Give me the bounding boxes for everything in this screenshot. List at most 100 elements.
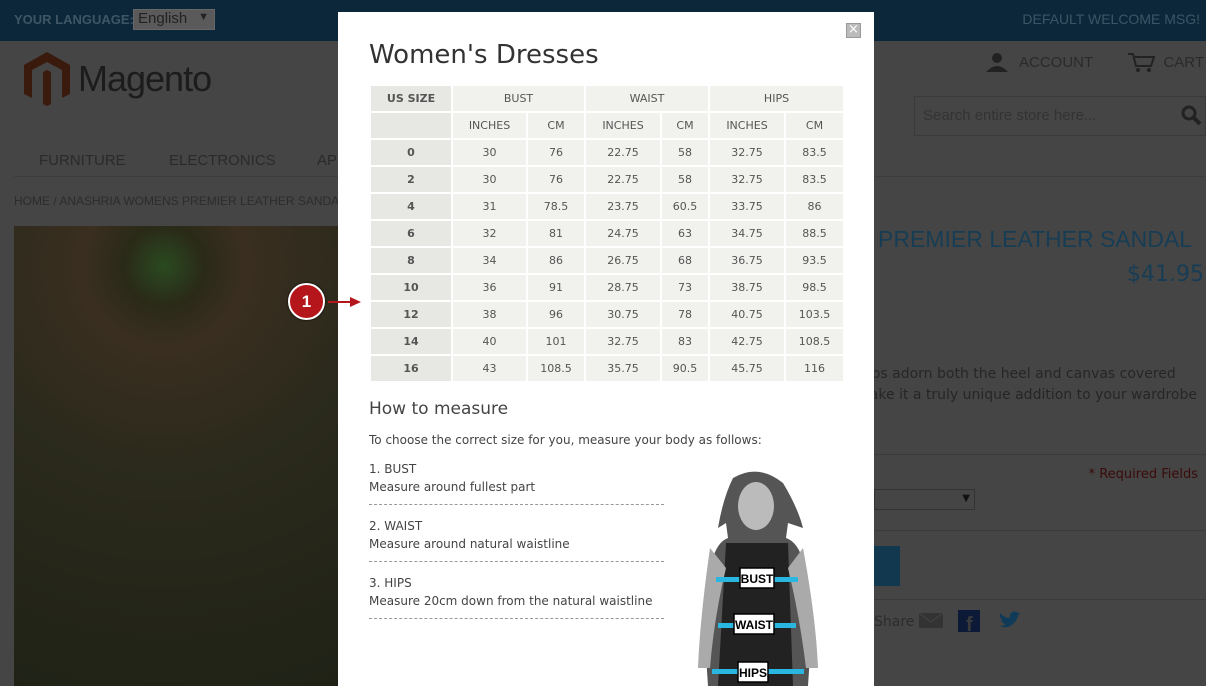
measurement-cell: 24.75 bbox=[584, 219, 662, 248]
nav-furniture[interactable]: FURNITURE bbox=[39, 152, 126, 169]
language-value: English bbox=[138, 10, 188, 27]
measurement-figure-image: BUST WAIST HIPS bbox=[698, 471, 818, 686]
cart-icon bbox=[1128, 53, 1156, 72]
table-unit-row: INCHES CM INCHES CM INCHES CM bbox=[369, 111, 845, 140]
divider bbox=[874, 599, 1206, 600]
header-us-size: US SIZE bbox=[369, 84, 453, 113]
measurement-cell: 83.5 bbox=[784, 138, 845, 167]
measurement-cell: 34.75 bbox=[708, 219, 786, 248]
measurement-cell: 86 bbox=[526, 246, 586, 275]
measurement-cell: 26.75 bbox=[584, 246, 662, 275]
product-price: $41.95 bbox=[1127, 262, 1204, 287]
measurement-cell: 40 bbox=[451, 327, 528, 356]
size-cell: 10 bbox=[369, 273, 453, 302]
measurement-cell: 96 bbox=[526, 300, 586, 329]
search-icon[interactable] bbox=[1180, 104, 1202, 126]
table-row: 4 31 78.5 23.75 60.5 33.75 86 bbox=[369, 192, 845, 221]
measurement-cell: 23.75 bbox=[584, 192, 662, 221]
figure-label-hips: HIPS bbox=[739, 666, 767, 680]
measurement-cell: 73 bbox=[660, 273, 710, 302]
chevron-down-icon: ▼ bbox=[962, 493, 970, 504]
size-cell: 14 bbox=[369, 327, 453, 356]
measurement-cell: 58 bbox=[660, 165, 710, 194]
size-cell: 4 bbox=[369, 192, 453, 221]
measurement-cell: 32.75 bbox=[584, 327, 662, 356]
size-cell: 0 bbox=[369, 138, 453, 167]
measurement-cell: 78 bbox=[660, 300, 710, 329]
size-cell: 12 bbox=[369, 300, 453, 329]
search-input[interactable]: Search entire store here... bbox=[914, 96, 1206, 136]
table-row: 8 34 86 26.75 68 36.75 93.5 bbox=[369, 246, 845, 275]
callout-arrow-icon bbox=[328, 297, 361, 307]
logo[interactable]: Magento bbox=[22, 50, 212, 108]
measurement-cell: 86 bbox=[784, 192, 845, 221]
measurement-cell: 45.75 bbox=[708, 354, 786, 383]
measurement-cell: 32.75 bbox=[708, 138, 786, 167]
size-cell: 8 bbox=[369, 246, 453, 275]
how-to-measure-intro: To choose the correct size for you, meas… bbox=[369, 433, 762, 447]
facebook-icon[interactable]: f bbox=[958, 610, 980, 632]
measurement-cell: 93.5 bbox=[784, 246, 845, 275]
chevron-down-icon: ▼ bbox=[198, 11, 209, 23]
size-chart-modal: × Women's Dresses US SIZE BUST WAIST HIP… bbox=[338, 12, 874, 686]
email-icon[interactable] bbox=[918, 610, 944, 630]
measurement-cell: 22.75 bbox=[584, 165, 662, 194]
modal-title: Women's Dresses bbox=[369, 40, 599, 70]
user-icon bbox=[986, 53, 1008, 72]
unit-header: INCHES bbox=[451, 111, 528, 140]
share-label: Share bbox=[874, 614, 915, 630]
measurement-cell: 60.5 bbox=[660, 192, 710, 221]
logo-text: Magento bbox=[78, 58, 212, 99]
measurement-cell: 68 bbox=[660, 246, 710, 275]
cart-link[interactable]: CART bbox=[1127, 52, 1204, 72]
header-bust: BUST bbox=[451, 84, 586, 113]
welcome-message: DEFAULT WELCOME MSG! bbox=[1022, 11, 1200, 27]
language-select[interactable]: English ▼ bbox=[133, 9, 215, 30]
required-fields-note: * Required Fields bbox=[1088, 467, 1198, 482]
measurement-cell: 108.5 bbox=[526, 354, 586, 383]
table-row: 2 30 76 22.75 58 32.75 83.5 bbox=[369, 165, 845, 194]
size-select[interactable]: ▼ bbox=[874, 489, 975, 510]
table-row: 12 38 96 30.75 78 40.75 103.5 bbox=[369, 300, 845, 329]
measurement-cell: 88.5 bbox=[784, 219, 845, 248]
unit-header: CM bbox=[784, 111, 845, 140]
measurement-cell: 63 bbox=[660, 219, 710, 248]
measurement-cell: 58 bbox=[660, 138, 710, 167]
measurement-cell: 43 bbox=[451, 354, 528, 383]
measurement-cell: 91 bbox=[526, 273, 586, 302]
measurement-cell: 35.75 bbox=[584, 354, 662, 383]
measurement-cell: 42.75 bbox=[708, 327, 786, 356]
figure-label-waist: WAIST bbox=[735, 618, 774, 632]
table-row: 14 40 101 32.75 83 42.75 108.5 bbox=[369, 327, 845, 356]
magento-logo-icon bbox=[24, 52, 70, 106]
step-title: 2. WAIST bbox=[369, 519, 423, 533]
step-text: Measure around natural waistline bbox=[369, 537, 570, 551]
unit-header: CM bbox=[526, 111, 586, 140]
measurement-cell: 33.75 bbox=[708, 192, 786, 221]
table-row: 6 32 81 24.75 63 34.75 88.5 bbox=[369, 219, 845, 248]
step-text: Measure around fullest part bbox=[369, 480, 536, 494]
measurement-cell: 38 bbox=[451, 300, 528, 329]
breadcrumb[interactable]: HOME / ANASHRIA WOMENS PREMIER LEATHER S… bbox=[14, 194, 346, 208]
svg-text:f: f bbox=[966, 614, 973, 632]
add-to-cart-button[interactable] bbox=[874, 546, 900, 586]
step-title: 1. BUST bbox=[369, 462, 417, 476]
measurement-cell: 40.75 bbox=[708, 300, 786, 329]
divider bbox=[874, 530, 1206, 531]
measurement-cell: 30 bbox=[451, 138, 528, 167]
measurement-cell: 103.5 bbox=[784, 300, 845, 329]
close-button[interactable]: × bbox=[846, 23, 861, 38]
account-link[interactable]: ACCOUNT bbox=[985, 52, 1093, 72]
header-hips: HIPS bbox=[708, 84, 845, 113]
nav-electronics[interactable]: ELECTRONICS bbox=[169, 152, 276, 169]
measurement-cell: 83.5 bbox=[784, 165, 845, 194]
measurement-cell: 32 bbox=[451, 219, 528, 248]
size-chart-table: US SIZE BUST WAIST HIPS INCHES CM INCHES… bbox=[369, 84, 845, 383]
size-cell: 16 bbox=[369, 354, 453, 383]
table-row: 16 43 108.5 35.75 90.5 45.75 116 bbox=[369, 354, 845, 383]
divider bbox=[874, 454, 1206, 455]
measurement-cell: 76 bbox=[526, 165, 586, 194]
measurement-cell: 31 bbox=[451, 192, 528, 221]
twitter-icon[interactable] bbox=[998, 610, 1022, 632]
measurement-cell: 116 bbox=[784, 354, 845, 383]
